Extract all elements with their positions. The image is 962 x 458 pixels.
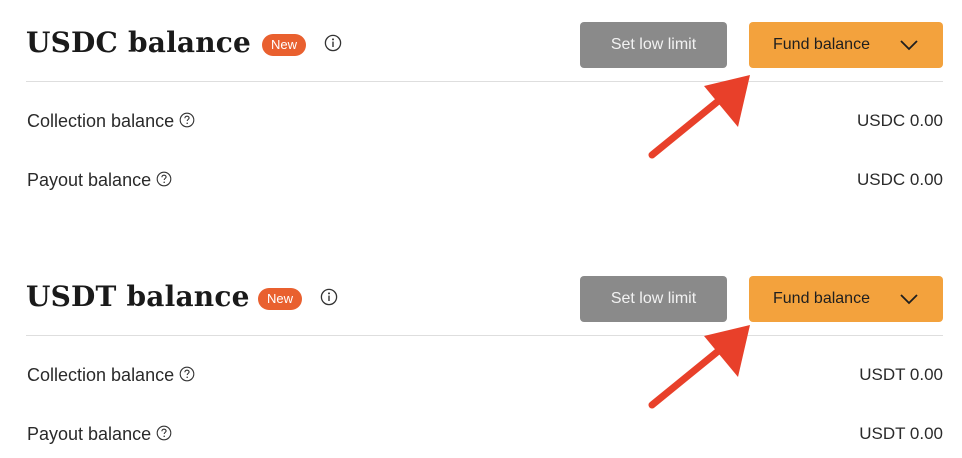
- usdc-set-low-limit-button[interactable]: Set low limit: [580, 22, 727, 68]
- usdc-collection-row: Collection balance USDC 0.00: [0, 106, 962, 136]
- help-icon[interactable]: [156, 425, 172, 441]
- usdt-payout-label: Payout balance: [27, 424, 152, 444]
- usdt-balance-header: USDT balance New Set low limit Fund bala…: [0, 254, 962, 335]
- usdt-balance-title: USDT balance: [26, 280, 250, 313]
- usdt-payout-row: Payout balance USDT 0.00: [0, 419, 962, 449]
- usdc-fund-balance-label: Fund balance: [773, 36, 870, 53]
- chevron-down-icon: [900, 294, 918, 305]
- usdc-balance-title: USDC balance: [26, 26, 252, 59]
- help-icon[interactable]: [179, 112, 195, 128]
- usdc-divider: [26, 81, 943, 82]
- info-icon[interactable]: [320, 288, 338, 306]
- help-icon[interactable]: [179, 366, 195, 382]
- usdt-set-low-limit-button[interactable]: Set low limit: [580, 276, 727, 322]
- usdc-collection-label: Collection balance: [27, 111, 175, 131]
- usdt-fund-balance-button[interactable]: Fund balance: [749, 276, 943, 322]
- usdt-payout-value: USDT 0.00: [859, 424, 943, 443]
- usdt-collection-label: Collection balance: [27, 365, 175, 385]
- info-icon[interactable]: [324, 34, 342, 52]
- usdt-divider: [26, 335, 943, 336]
- red-arrow-annotation: [648, 325, 750, 409]
- usdt-collection-value: USDT 0.00: [859, 365, 943, 384]
- help-icon[interactable]: [156, 171, 172, 187]
- usdc-new-badge: New: [262, 34, 307, 56]
- usdc-payout-label: Payout balance: [27, 170, 152, 190]
- usdt-collection-row: Collection balance USDT 0.00: [0, 360, 962, 390]
- usdt-fund-balance-label: Fund balance: [773, 290, 870, 307]
- usdc-payout-value: USDC 0.00: [857, 170, 943, 189]
- usdc-balance-header: USDC balance New Set low limit Fund bala…: [0, 0, 962, 81]
- red-arrow-annotation: [648, 75, 750, 159]
- usdc-collection-value: USDC 0.00: [857, 111, 943, 130]
- usdc-fund-balance-button[interactable]: Fund balance: [749, 22, 943, 68]
- usdc-payout-row: Payout balance USDC 0.00: [0, 165, 962, 195]
- usdt-new-badge: New: [258, 288, 303, 310]
- chevron-down-icon: [900, 40, 918, 51]
